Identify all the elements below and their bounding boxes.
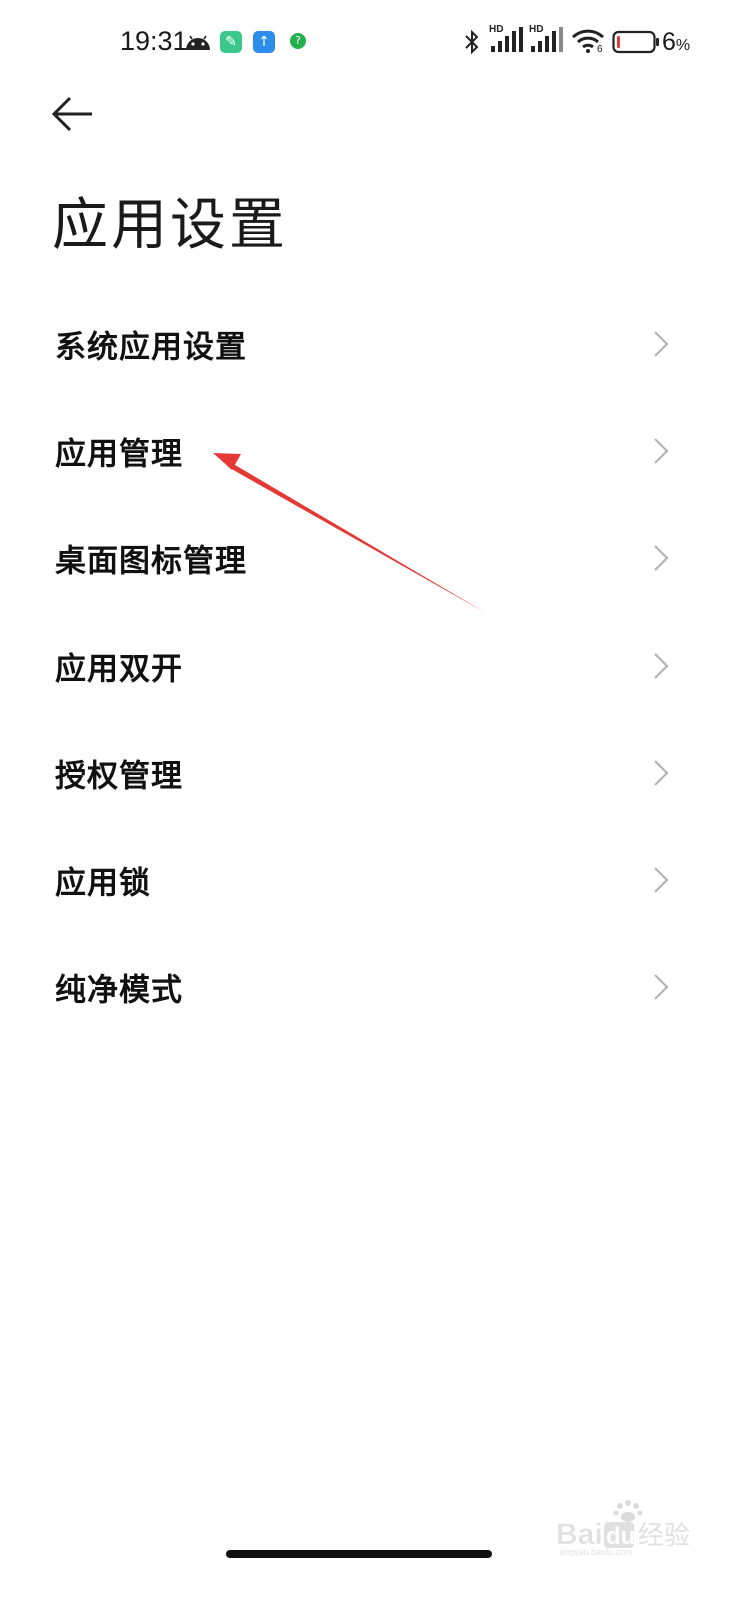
svg-text:jingyan.baidu.com: jingyan.baidu.com	[559, 1547, 633, 1556]
menu-item-label: 应用管理	[55, 436, 183, 473]
wifi-generation-label: 6	[597, 44, 603, 55]
chevron-right-icon	[654, 974, 669, 1001]
back-button[interactable]	[48, 92, 100, 136]
home-indicator[interactable]	[226, 1550, 492, 1558]
svg-text:du: du	[606, 1523, 635, 1550]
page-title: 应用设置	[52, 193, 288, 258]
arrow-left-icon	[51, 96, 92, 132]
help-app-icon: ?	[290, 33, 306, 49]
menu-item-pure-mode[interactable]: 纯净模式	[0, 934, 738, 1041]
upload-app-icon: ↑	[253, 31, 275, 53]
menu-item-dual-apps[interactable]: 应用双开	[0, 612, 738, 719]
chevron-right-icon	[654, 438, 669, 464]
chevron-right-icon	[654, 330, 669, 357]
menu-item-label: 桌面图标管理	[55, 543, 247, 580]
network-type-label: HD	[529, 24, 544, 35]
status-time: 19:31	[120, 26, 188, 56]
status-bar: 19:31 ✎ ↑ ? HD HD 6 6%	[0, 0, 738, 86]
bluetooth-icon	[465, 29, 479, 55]
battery-percent-value: 6	[662, 28, 676, 56]
chevron-right-icon	[654, 867, 669, 893]
svg-text:经验: 经验	[638, 1521, 690, 1551]
battery-fill	[617, 36, 620, 48]
settings-menu-list: 系统应用设置 应用管理 桌面图标管理 应用双开 授权管理 应用锁 纯净模式	[0, 290, 738, 1041]
network-type-label: HD	[489, 24, 504, 35]
tool-app-icon: ✎	[220, 31, 242, 53]
menu-item-label: 授权管理	[55, 758, 183, 795]
menu-item-label: 应用双开	[55, 651, 183, 688]
battery-percent-unit: %	[675, 37, 691, 54]
battery-icon	[612, 30, 659, 54]
menu-item-label: 纯净模式	[55, 972, 183, 1009]
menu-item-permission-management[interactable]: 授权管理	[0, 719, 738, 826]
android-icon	[186, 35, 210, 50]
menu-item-app-management[interactable]: 应用管理	[0, 397, 738, 504]
menu-item-desktop-icon-management[interactable]: 桌面图标管理	[0, 505, 738, 612]
menu-item-app-lock[interactable]: 应用锁	[0, 826, 738, 933]
menu-item-system-app-settings[interactable]: 系统应用设置	[0, 290, 738, 397]
battery-percent: 6%	[662, 28, 690, 57]
chevron-right-icon	[654, 760, 669, 786]
menu-item-label: 应用锁	[55, 865, 151, 902]
chevron-right-icon	[654, 545, 669, 572]
baidu-watermark-logo: Bai du 经验 jingyan.baidu.com	[556, 1500, 690, 1556]
chevron-right-icon	[654, 652, 669, 679]
menu-item-label: 系统应用设置	[55, 329, 247, 366]
